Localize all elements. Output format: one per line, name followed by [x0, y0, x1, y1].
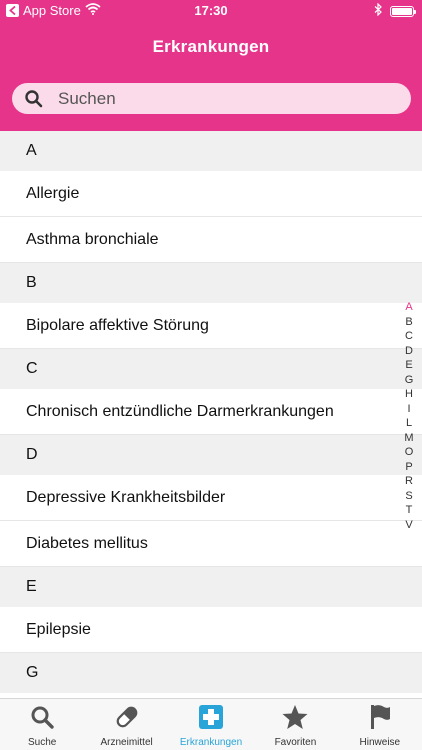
- index-letter-d[interactable]: D: [405, 344, 413, 359]
- disease-list: A Allergie Asthma bronchiale B Bipolare …: [0, 131, 422, 693]
- index-letter-i[interactable]: I: [407, 402, 410, 417]
- index-letter-e[interactable]: E: [405, 358, 412, 373]
- tab-hinweise[interactable]: Hinweise: [338, 699, 422, 750]
- tab-arzneimittel[interactable]: Arzneimittel: [84, 699, 168, 750]
- index-letter-m[interactable]: M: [404, 431, 413, 446]
- index-letter-h[interactable]: H: [405, 387, 413, 402]
- list-item[interactable]: Bipolare affektive Störung: [0, 303, 422, 349]
- tab-favoriten[interactable]: Favoriten: [253, 699, 337, 750]
- index-letter-l[interactable]: L: [406, 416, 412, 431]
- search-bar[interactable]: [12, 83, 411, 114]
- section-header-d: D: [0, 435, 422, 475]
- tab-label: Hinweise: [359, 737, 401, 748]
- index-letter-v[interactable]: V: [405, 518, 412, 533]
- navigation-header: App Store 17:30 Erkrankungen: [0, 0, 422, 131]
- index-letter-s[interactable]: S: [405, 489, 412, 504]
- section-header-a: A: [0, 131, 422, 171]
- section-header-e: E: [0, 567, 422, 607]
- tab-suche[interactable]: Suche: [0, 699, 84, 750]
- list-item[interactable]: Allergie: [0, 171, 422, 217]
- section-header-b: B: [0, 263, 422, 303]
- page-title: Erkrankungen: [152, 37, 270, 56]
- status-bar: App Store 17:30: [0, 0, 422, 22]
- tab-label: Erkrankungen: [179, 737, 243, 748]
- tab-erkrankungen[interactable]: Erkrankungen: [169, 699, 253, 750]
- status-right: [374, 2, 416, 19]
- search-icon: [24, 89, 44, 114]
- section-index[interactable]: ABCDEGHILMOPRSTV: [402, 300, 416, 532]
- index-letter-a[interactable]: A: [405, 300, 412, 315]
- list-item[interactable]: Diabetes mellitus: [0, 521, 422, 567]
- list-item[interactable]: Chronisch entzündliche Darmerkrankungen: [0, 389, 422, 435]
- battery-level: [392, 7, 412, 15]
- list-item[interactable]: Depressive Krankheitsbilder: [0, 475, 422, 521]
- tab-bar: Suche Arzneimittel Erkrankungen Favorite…: [0, 698, 422, 750]
- index-letter-t[interactable]: T: [406, 503, 413, 518]
- medical-cross-icon: [197, 703, 225, 731]
- search-icon: [28, 703, 56, 731]
- index-letter-c[interactable]: C: [405, 329, 413, 344]
- tab-label: Suche: [28, 737, 57, 748]
- list-item[interactable]: Epilepsie: [0, 607, 422, 653]
- bluetooth-icon: [374, 2, 382, 19]
- pill-icon: [113, 703, 141, 731]
- list-item[interactable]: Asthma bronchiale: [0, 217, 422, 263]
- tab-label: Favoriten: [274, 737, 317, 748]
- star-icon: [281, 703, 309, 731]
- search-input[interactable]: [58, 87, 388, 111]
- index-letter-r[interactable]: R: [405, 474, 413, 489]
- tab-label: Arzneimittel: [100, 737, 153, 748]
- index-letter-b[interactable]: B: [405, 315, 412, 330]
- index-letter-g[interactable]: G: [405, 373, 414, 388]
- flag-icon: [366, 703, 394, 731]
- index-letter-p[interactable]: P: [405, 460, 412, 475]
- section-header-g: G: [0, 653, 422, 693]
- section-header-c: C: [0, 349, 422, 389]
- battery-icon: [390, 5, 416, 17]
- index-letter-o[interactable]: O: [405, 445, 414, 460]
- status-time: 17:30: [194, 3, 228, 18]
